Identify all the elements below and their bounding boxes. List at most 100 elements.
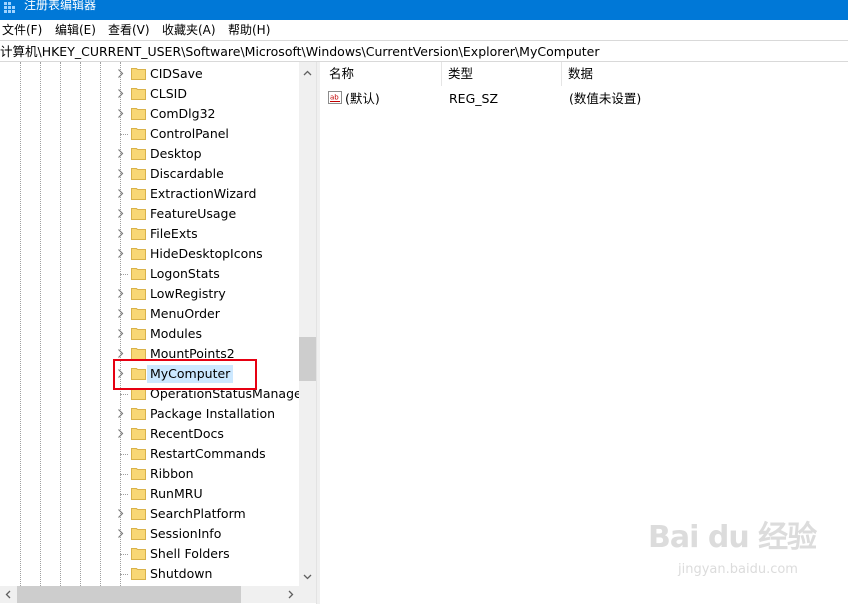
column-header-type[interactable]: 类型 (442, 62, 562, 86)
menu-file[interactable]: 文件(F) (2, 21, 42, 39)
chevron-right-icon[interactable] (115, 108, 126, 119)
tree-item-label[interactable]: Package Installation (150, 405, 275, 423)
chevron-right-icon[interactable] (115, 508, 126, 519)
scroll-up-arrow-icon[interactable] (303, 69, 312, 78)
tree-item-label[interactable]: ComDlg32 (150, 105, 216, 123)
value-row[interactable]: ab (默认) REG_SZ (数值未设置) (320, 88, 848, 108)
tree-item[interactable]: CLSID (0, 84, 299, 104)
tree-item[interactable]: Shell Folders (0, 544, 299, 564)
svg-text:ab: ab (330, 94, 339, 102)
vertical-scroll-thumb[interactable] (299, 337, 316, 381)
folder-icon (131, 88, 146, 100)
tree-item-label[interactable]: SearchPlatform (150, 505, 246, 523)
chevron-right-icon[interactable] (115, 408, 126, 419)
horizontal-scroll-thumb[interactable] (17, 586, 241, 603)
tree-item[interactable]: Desktop (0, 144, 299, 164)
chevron-right-icon[interactable] (115, 88, 126, 99)
folder-icon (131, 328, 146, 340)
scroll-left-arrow-icon[interactable] (4, 590, 13, 599)
tree-item-label[interactable]: Desktop (150, 145, 202, 163)
tree-item[interactable]: HideDesktopIcons (0, 244, 299, 264)
tree-item[interactable]: RestartCommands (0, 444, 299, 464)
tree-item-label[interactable]: HideDesktopIcons (150, 245, 263, 263)
chevron-right-icon[interactable] (115, 528, 126, 539)
tree-item-label[interactable]: RunMRU (150, 485, 203, 503)
menu-edit[interactable]: 编辑(E) (55, 21, 96, 39)
tree-item[interactable]: LowRegistry (0, 284, 299, 304)
tree-horizontal-scrollbar[interactable] (0, 586, 299, 603)
folder-icon (131, 448, 146, 460)
ab-string-icon: ab (328, 91, 342, 104)
column-header-name[interactable]: 名称 (320, 62, 442, 86)
chevron-right-icon[interactable] (115, 248, 126, 259)
tree-item[interactable]: MenuOrder (0, 304, 299, 324)
tree-item-label[interactable]: CLSID (150, 85, 187, 103)
tree-item-label[interactable]: MenuOrder (150, 305, 220, 323)
tree-item[interactable]: SearchPlatform (0, 504, 299, 524)
tree-item-label[interactable]: RecentDocs (150, 425, 224, 443)
chevron-right-icon[interactable] (115, 228, 126, 239)
menu-help[interactable]: 帮助(H) (228, 21, 270, 39)
chevron-right-icon[interactable] (115, 328, 126, 339)
chevron-right-icon[interactable] (115, 428, 126, 439)
folder-icon (131, 68, 146, 80)
tree-item-label[interactable]: RestartCommands (150, 445, 266, 463)
tree-item[interactable]: LogonStats (0, 264, 299, 284)
tree-item-label[interactable]: CIDSave (150, 65, 203, 83)
folder-icon (131, 528, 146, 540)
tree-item[interactable]: Package Installation (0, 404, 299, 424)
window-title: 注册表编辑器 (24, 0, 97, 12)
tree-item[interactable]: Discardable (0, 164, 299, 184)
chevron-right-icon[interactable] (115, 348, 126, 359)
tree-item-label[interactable]: LowRegistry (150, 285, 226, 303)
tree-item[interactable]: Ribbon (0, 464, 299, 484)
tree-item-label[interactable]: LogonStats (150, 265, 220, 283)
scroll-right-arrow-icon[interactable] (286, 590, 295, 599)
chevron-right-icon[interactable] (115, 308, 126, 319)
tree-item[interactable]: ControlPanel (0, 124, 299, 144)
folder-icon (131, 168, 146, 180)
tree-connector-line (120, 494, 128, 495)
folder-icon (131, 408, 146, 420)
tree-item-label[interactable]: Ribbon (150, 465, 194, 483)
tree-item-label[interactable]: Shutdown (150, 565, 212, 583)
folder-icon (131, 228, 146, 240)
watermark-url: jingyan.baidu.com (678, 562, 798, 577)
chevron-right-icon[interactable] (115, 168, 126, 179)
scroll-down-arrow-icon[interactable] (303, 572, 312, 581)
tree-item[interactable]: Shutdown (0, 564, 299, 584)
tree-item[interactable]: SessionInfo (0, 524, 299, 544)
tree-item-label[interactable]: FeatureUsage (150, 205, 236, 223)
tree-item-label[interactable]: Modules (150, 325, 202, 343)
tree-item[interactable]: FeatureUsage (0, 204, 299, 224)
tree-item[interactable]: ExtractionWizard (0, 184, 299, 204)
address-bar[interactable]: 计算机\HKEY_CURRENT_USER\Software\Microsoft… (0, 40, 848, 62)
menu-view[interactable]: 查看(V) (108, 21, 150, 39)
folder-icon (131, 288, 146, 300)
tree-item-label[interactable]: Discardable (150, 165, 224, 183)
tree-item-label[interactable]: ControlPanel (150, 125, 229, 143)
tree-item[interactable]: RunMRU (0, 484, 299, 504)
tree-item-label[interactable]: Shell Folders (150, 545, 230, 563)
tree-item-label[interactable]: SessionInfo (150, 525, 221, 543)
tree-item[interactable]: Modules (0, 324, 299, 344)
chevron-right-icon[interactable] (115, 188, 126, 199)
tree-item[interactable]: ComDlg32 (0, 104, 299, 124)
chevron-right-icon[interactable] (115, 208, 126, 219)
tree-item[interactable]: FileExts (0, 224, 299, 244)
tree-item[interactable]: RecentDocs (0, 424, 299, 444)
chevron-right-icon[interactable] (115, 68, 126, 79)
regedit-app-icon (4, 2, 15, 13)
tree-connector-line (120, 134, 128, 135)
menu-favorites[interactable]: 收藏夹(A) (162, 21, 216, 39)
folder-icon (131, 488, 146, 500)
tree-item[interactable]: CIDSave (0, 64, 299, 84)
column-header-data[interactable]: 数据 (562, 62, 848, 86)
title-bar: 注册表编辑器 (0, 0, 848, 20)
address-path[interactable]: 计算机\HKEY_CURRENT_USER\Software\Microsoft… (0, 43, 599, 60)
tree-item-label[interactable]: ExtractionWizard (150, 185, 256, 203)
chevron-right-icon[interactable] (115, 288, 126, 299)
chevron-right-icon[interactable] (115, 148, 126, 159)
tree-item-label[interactable]: FileExts (150, 225, 198, 243)
tree-vertical-scrollbar[interactable] (299, 62, 316, 586)
